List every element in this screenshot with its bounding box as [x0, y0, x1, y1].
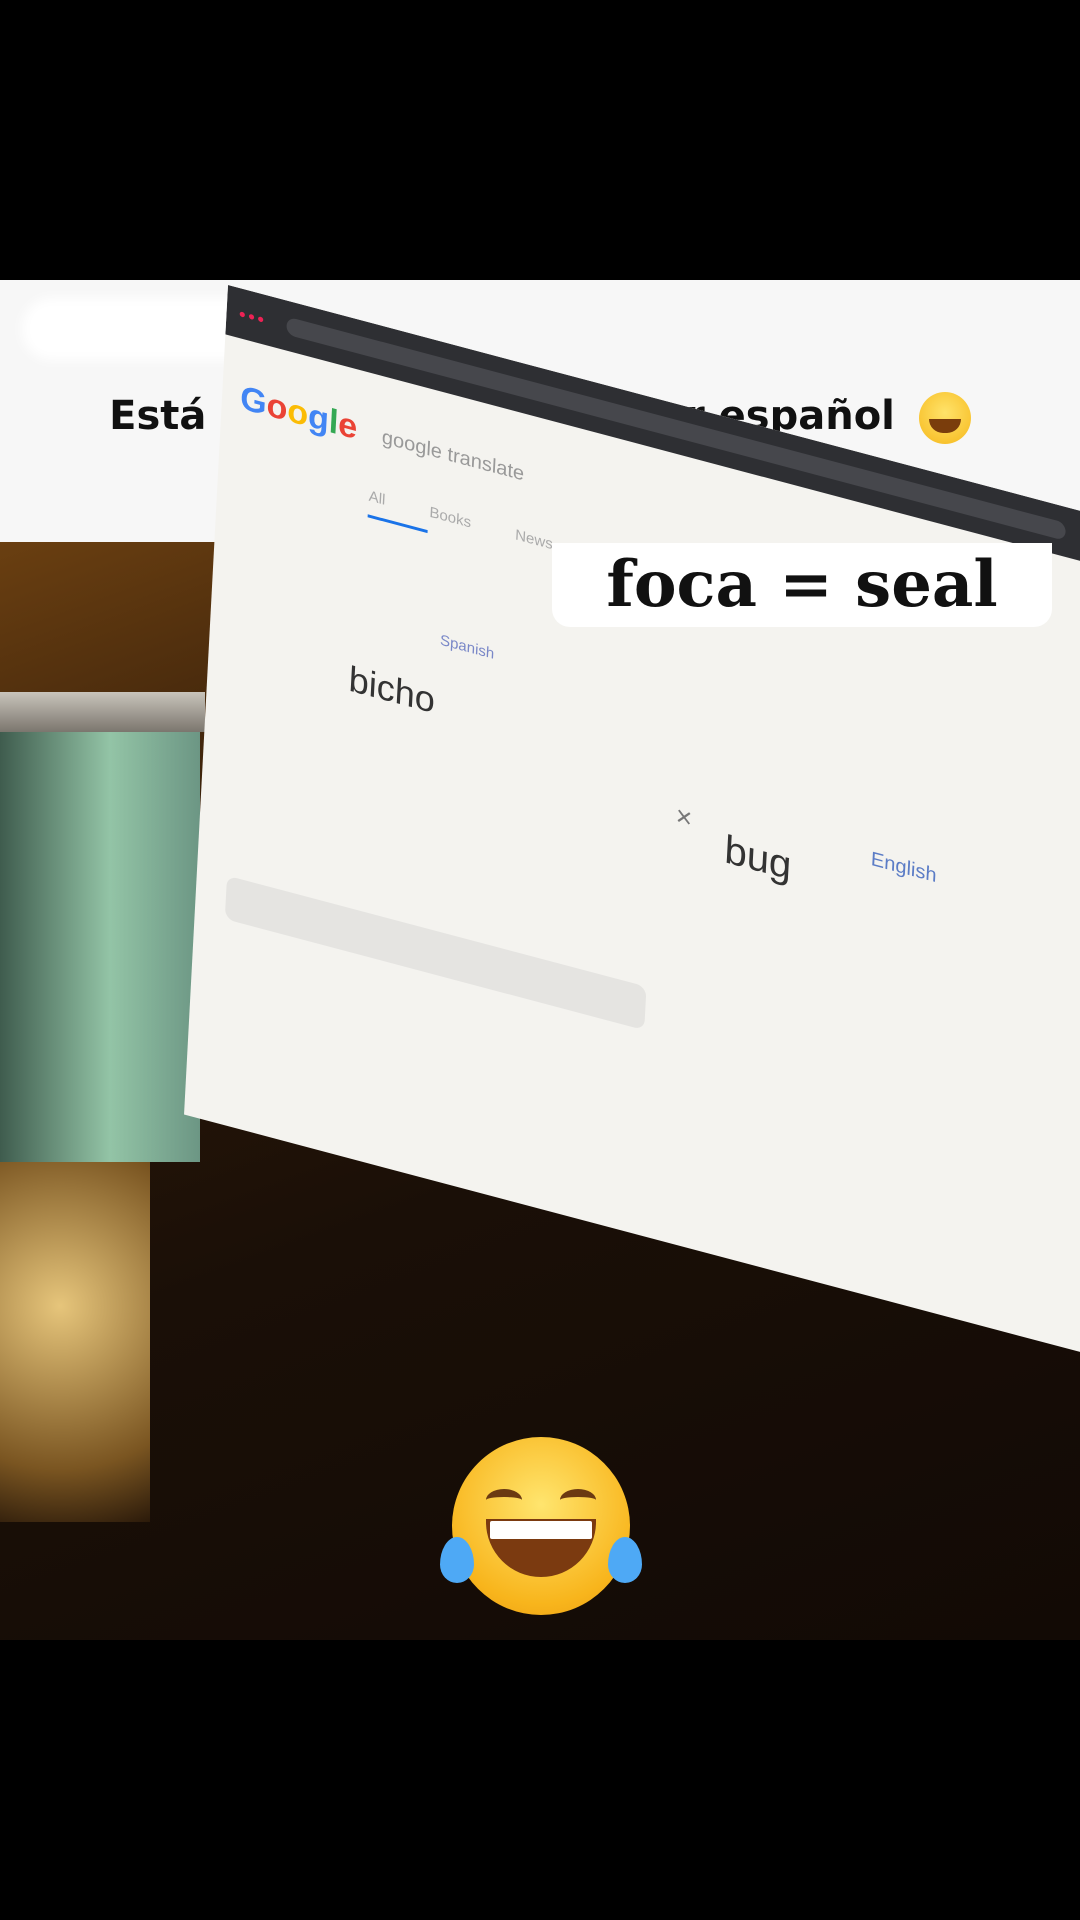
search-query: google translate	[381, 426, 525, 486]
window-controls-icon: ●●●	[238, 305, 267, 328]
target-language: English	[870, 848, 938, 888]
gold-decor	[0, 1162, 150, 1522]
clear-icon: ×	[675, 799, 694, 835]
dock	[224, 875, 647, 1031]
green-tumbler	[0, 692, 200, 1162]
tears-of-joy-emoji-icon	[440, 1437, 642, 1615]
overlay-label: foca = seal	[552, 543, 1052, 627]
source-word: bicho	[347, 657, 436, 722]
laughing-emoji-icon	[918, 392, 971, 444]
translated-word: bug	[723, 827, 793, 889]
google-logo: Google	[239, 378, 359, 448]
source-language: Spanish	[439, 631, 495, 663]
top-black-bar	[0, 0, 1080, 280]
tumbler-lid	[0, 692, 205, 732]
bottom-black-bar	[0, 1640, 1080, 1920]
